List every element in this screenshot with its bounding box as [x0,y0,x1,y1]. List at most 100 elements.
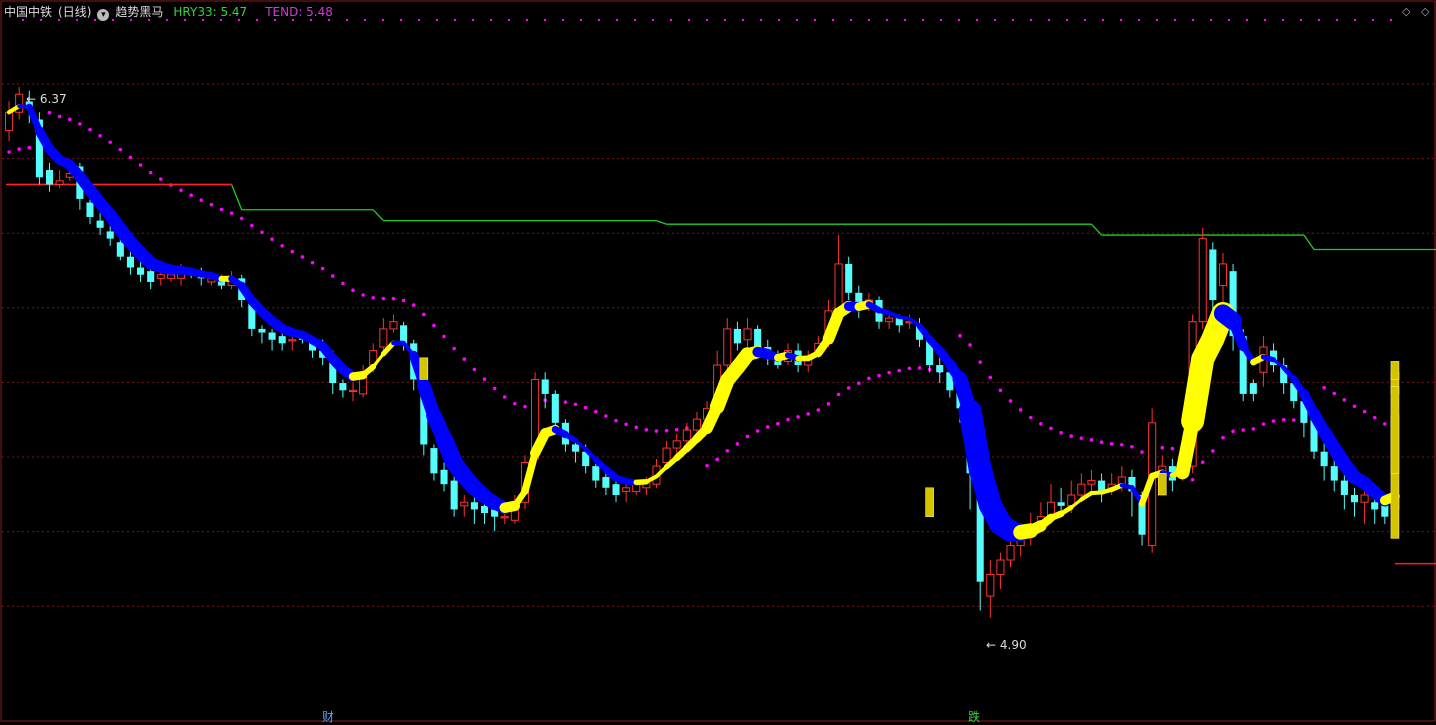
period-label: (日线) [58,5,91,19]
trend-dot [260,231,264,235]
trend-dot [311,261,315,265]
trend-dot [989,376,993,380]
event-drop[interactable]: 跌 [968,708,980,725]
candle-body [1058,502,1065,506]
top-dot [1102,19,1104,21]
trend-dot [634,426,638,430]
trend-dot [827,402,831,406]
candle-body [147,271,154,282]
trend-dot [442,335,446,339]
trend-dot [1039,422,1043,426]
top-dot [580,19,582,21]
top-dot [706,19,708,21]
trend-dot [1160,446,1164,450]
yellow-bar [420,358,428,380]
candle-body [754,329,761,347]
top-dot [1336,19,1338,21]
trend-dot [341,282,345,286]
candle-body [623,488,630,492]
top-dot [976,19,978,21]
indicator-name[interactable]: 趋势黑马 [115,5,163,19]
trend-dot [382,297,386,301]
top-dot [724,19,726,21]
trend-dot [766,425,770,429]
trend-dot [220,208,224,212]
top-dot [1354,19,1356,21]
candle-body [1007,546,1014,560]
candle-body [430,448,437,473]
chart-border [1,1,1435,721]
candle-body [1088,481,1095,485]
top-dot [490,19,492,21]
trend-dot [978,360,982,364]
candle-body [683,430,690,441]
candle-body [56,181,63,185]
candle-body [602,477,609,488]
top-dot [598,19,600,21]
diamond-icon-2[interactable]: ◇ [1421,5,1429,18]
candle-body [349,390,356,391]
top-dot [796,19,798,21]
event-finance[interactable]: 财 [322,708,334,725]
trend-dot [1201,460,1205,464]
candle-body [441,470,448,484]
trend-dot [1059,431,1063,435]
candle-body [86,203,93,217]
trend-dot [857,381,861,385]
trend-dot [250,224,254,228]
trend-dot [503,395,507,399]
trend-dot [1019,408,1023,412]
diamond-icon[interactable]: ◇ [1402,5,1410,18]
candle-body [127,257,134,268]
trend-dot [776,422,780,426]
candle-body [1371,502,1378,509]
trend-dot [108,140,112,144]
trend-dot [796,415,800,419]
candlestick-chart [0,0,1436,724]
trend-dot [17,147,21,151]
candle-body [289,340,296,341]
top-dot [832,19,834,21]
trend-ribbon [1061,507,1071,513]
trend-dot [897,369,901,373]
top-dot [1300,19,1302,21]
top-dot [1084,19,1086,21]
top-dot [1318,19,1320,21]
trend-ribbon [1233,321,1243,346]
chevron-down-icon[interactable]: ▾ [97,9,109,21]
trend-dot [301,255,305,259]
trend-dot [806,412,810,416]
trend-dot [908,367,912,371]
trend-dot [1383,422,1387,426]
candle-body [6,112,13,130]
trend-dot [1140,450,1144,454]
trend-ribbon [525,453,535,491]
trend-dot [270,237,274,241]
top-dot [364,19,366,21]
top-dot [1282,19,1284,21]
trend-dot [958,334,962,338]
trend-dot [1353,404,1357,408]
top-dot [346,19,348,21]
trend-dot [574,403,578,407]
candle-body [997,560,1004,574]
trend-dot [412,303,416,307]
candle-body [390,322,397,329]
hry33-value: HRY33: 5.47 [173,5,247,19]
trend-dot [432,324,436,328]
candle-body [400,325,407,343]
trend-dot [1231,430,1235,434]
symbol-name[interactable]: 中国中铁 [4,5,52,19]
hry33-line [232,184,242,209]
top-dot [1192,19,1194,21]
trend-ribbon [363,367,373,375]
yellow-bar [1158,473,1166,495]
trend-dot [1343,398,1347,402]
hry33-line [1304,235,1314,249]
trend-dot [756,429,760,433]
trend-dot [1363,410,1367,414]
candle-body [339,383,346,390]
top-dot [994,19,996,21]
candle-body [693,419,700,430]
top-dot [1228,19,1230,21]
